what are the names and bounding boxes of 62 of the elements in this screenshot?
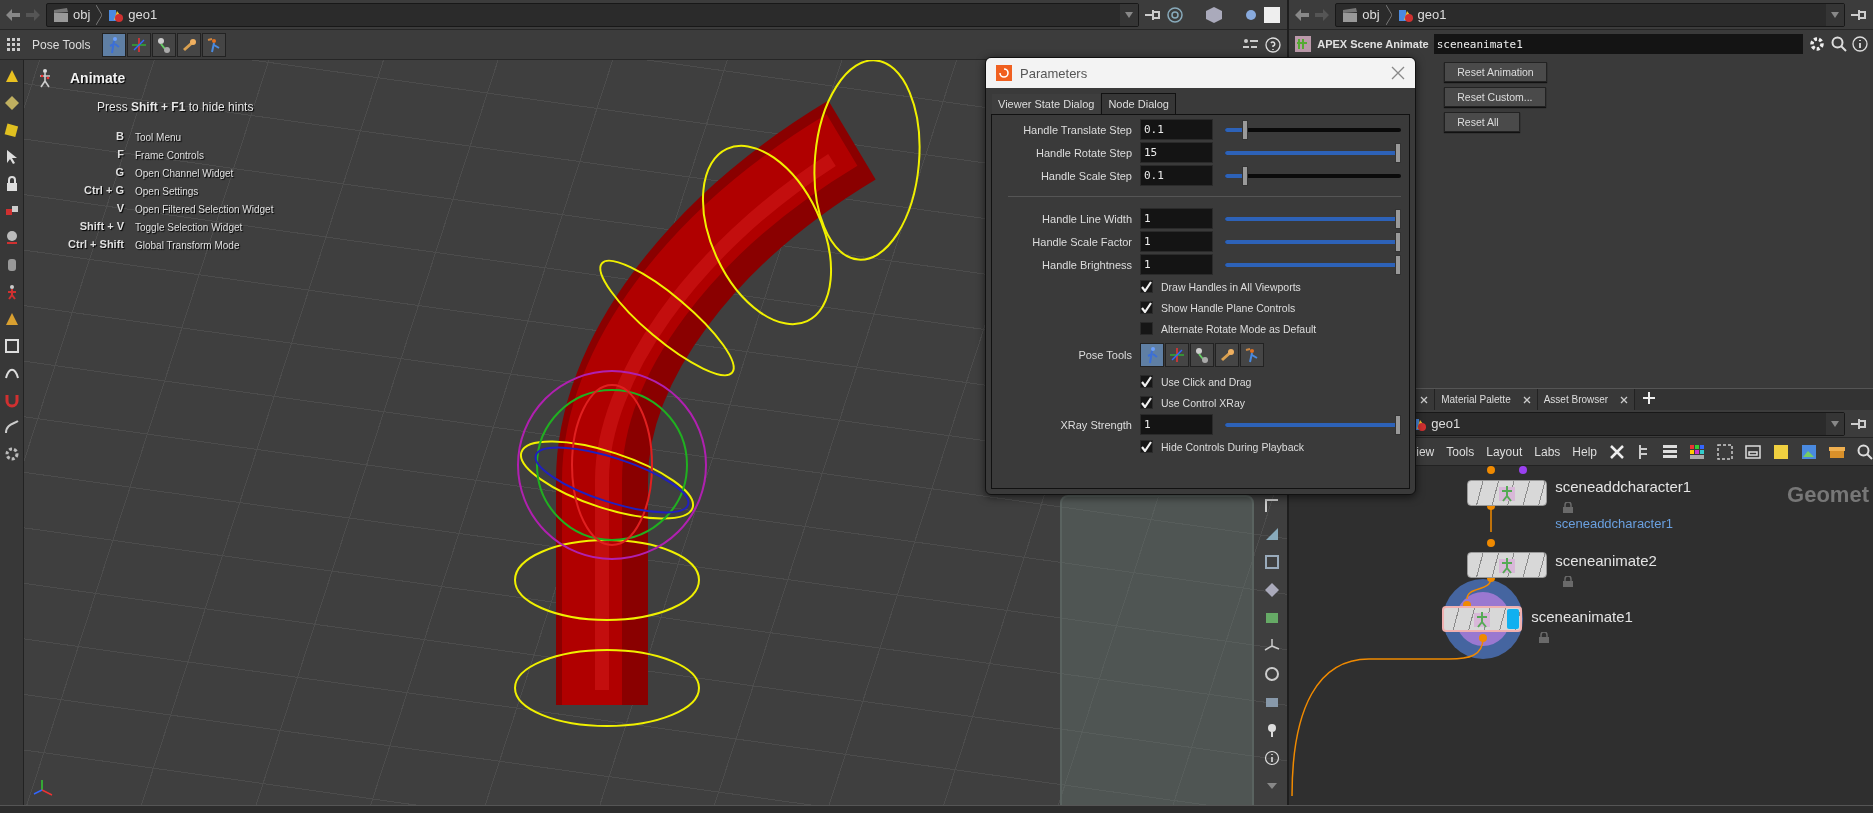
menu-item[interactable]: Layout — [1486, 444, 1523, 459]
shortcut-key: B — [36, 130, 124, 145]
reset-button[interactable]: Reset Animation — [1444, 62, 1547, 82]
shortcut-key: V — [36, 202, 124, 217]
hint-title: Animate — [70, 70, 126, 86]
menu-item[interactable]: Help — [1572, 444, 1597, 459]
value-field[interactable]: 1 — [1140, 208, 1213, 229]
context-label: Geomet — [1787, 482, 1869, 508]
node-name-field[interactable]: sceneanimate1 — [1433, 34, 1803, 54]
shortcut-action: Open Filtered Selection Widget — [135, 203, 274, 217]
checkbox-label: Use Click and Drag — [1161, 375, 1252, 388]
checkbox-label: Show Handle Plane Controls — [1161, 301, 1296, 314]
parameter-label: XRay Strength — [1059, 418, 1132, 431]
parameter-label: Handle Scale Factor — [1031, 235, 1132, 248]
shortcut-action: Global Transform Mode — [135, 239, 241, 253]
shortcut-action: Toggle Selection Widget — [135, 221, 244, 235]
hint-text: Press Shift + F1 to hide hints — [97, 100, 255, 114]
value-field[interactable]: 0.1 — [1140, 165, 1213, 186]
path-crumb[interactable]: obj — [53, 6, 91, 23]
shortcut-action: Tool Menu — [135, 131, 183, 145]
checkbox-label: Alternate Rotate Mode as Default — [1161, 322, 1317, 335]
shortcut-key: Shift + V — [36, 220, 124, 235]
parameter-label: Pose Tools — [1077, 349, 1132, 361]
shortcut-action: Frame Controls — [135, 149, 205, 163]
parameter-label: Handle Translate Step — [1022, 123, 1132, 136]
shortcut-key: Ctrl + Shift — [36, 238, 124, 253]
reset-button[interactable]: Reset Custom... — [1444, 87, 1546, 107]
node-comment: sceneaddcharacter1 — [1555, 516, 1674, 531]
dialog-tab[interactable]: Node Dialog — [1101, 93, 1176, 114]
node-type-label: APEX Scene Animate — [1317, 38, 1429, 50]
value-field[interactable]: 1 — [1140, 254, 1213, 275]
node-name: sceneanimate1 — [1531, 608, 1633, 625]
shortcut-action: Open Channel Widget — [135, 167, 235, 181]
path-field[interactable]: obj geo1 — [46, 2, 1140, 27]
shortcut-key: Ctrl + G — [36, 184, 124, 199]
parameter-label: Handle Rotate Step — [1035, 146, 1132, 159]
path-crumb[interactable]: geo1 — [1385, 4, 1447, 25]
reset-button[interactable]: Reset All — [1444, 112, 1521, 132]
shortcut-action: Open Settings — [135, 185, 200, 199]
path-crumb[interactable]: geo1 — [96, 4, 158, 25]
checkbox-label: Draw Handles in All Viewports — [1161, 280, 1301, 293]
parameter-label: Handle Scale Step — [1039, 169, 1132, 182]
menu-item[interactable]: Labs — [1534, 444, 1561, 459]
shortcut-key: F — [36, 148, 124, 163]
checkbox-label: Hide Controls During Playback — [1161, 440, 1304, 453]
path-field[interactable]: obj geo1 — [1335, 2, 1845, 27]
value-field[interactable]: 0.1 — [1140, 119, 1213, 140]
value-field[interactable]: 1 — [1140, 414, 1213, 435]
node-name: sceneaddcharacter1 — [1555, 478, 1692, 495]
menu-item[interactable]: Tools — [1446, 444, 1475, 459]
node-name: sceneanimate2 — [1555, 552, 1657, 569]
value-field[interactable]: 15 — [1140, 142, 1213, 163]
path-crumb[interactable]: obj — [1342, 6, 1380, 23]
shortcut-key: G — [36, 166, 124, 181]
menu-item[interactable]: iew — [1416, 444, 1435, 459]
dialog-tab[interactable]: Viewer State Dialog — [991, 93, 1102, 114]
checkbox-label: Use Control XRay — [1161, 396, 1246, 409]
value-field[interactable]: 1 — [1140, 231, 1213, 252]
parameter-label: Handle Line Width — [1041, 212, 1132, 225]
dialog-title: Parameters — [1020, 65, 1088, 81]
toolbar-label: Pose Tools — [32, 37, 91, 52]
parameter-label: Handle Brightness — [1041, 258, 1132, 271]
